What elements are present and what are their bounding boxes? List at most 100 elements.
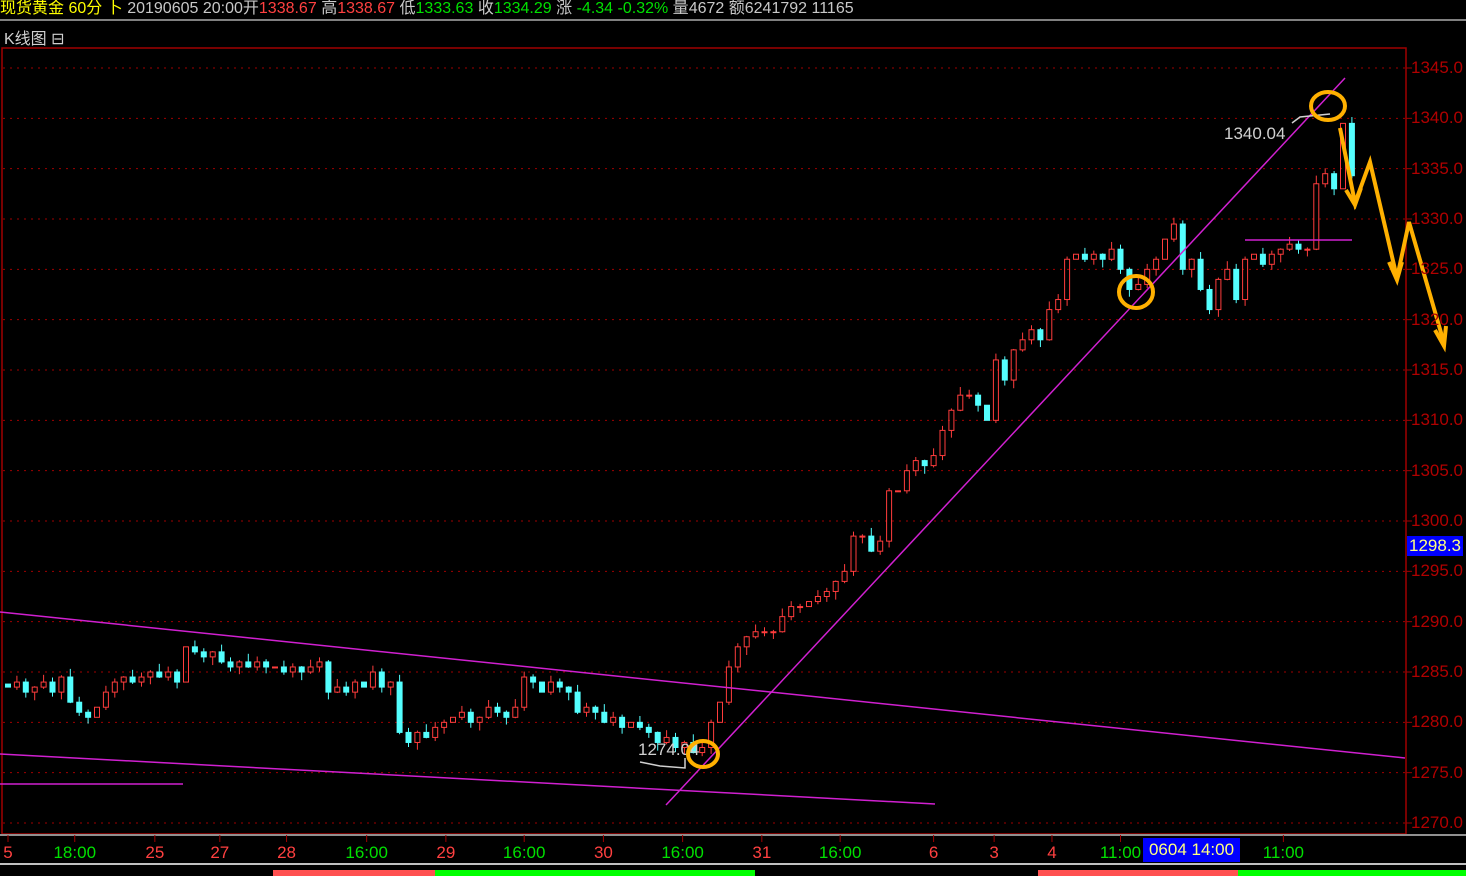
- support-trendline[interactable]: [665, 77, 1346, 806]
- candle[interactable]: [325, 660, 332, 700]
- candle[interactable]: [1286, 236, 1293, 252]
- candle[interactable]: [1215, 277, 1222, 317]
- candle[interactable]: [31, 686, 38, 701]
- candle[interactable]: [1277, 248, 1284, 263]
- candle[interactable]: [743, 635, 750, 655]
- candle[interactable]: [761, 627, 768, 637]
- candle[interactable]: [912, 456, 919, 477]
- candle[interactable]: [975, 392, 982, 412]
- candle[interactable]: [1108, 241, 1115, 262]
- candle[interactable]: [263, 659, 270, 674]
- candle[interactable]: [289, 663, 296, 678]
- candle[interactable]: [369, 665, 376, 690]
- candle[interactable]: [334, 678, 341, 694]
- candle[interactable]: [1090, 250, 1097, 265]
- candle[interactable]: [1170, 217, 1177, 242]
- candle[interactable]: [343, 681, 350, 696]
- candle[interactable]: [1010, 348, 1017, 389]
- candle[interactable]: [49, 677, 56, 697]
- candle[interactable]: [494, 702, 501, 717]
- candle[interactable]: [1019, 332, 1026, 352]
- candle[interactable]: [948, 408, 955, 438]
- candle[interactable]: [40, 674, 47, 689]
- candle[interactable]: [779, 608, 786, 633]
- candle[interactable]: [521, 671, 528, 711]
- candlestick-chart[interactable]: 1274.04 1340.04: [0, 0, 1466, 876]
- candle[interactable]: [921, 459, 928, 474]
- candle[interactable]: [628, 721, 634, 728]
- candle[interactable]: [298, 666, 305, 681]
- candle[interactable]: [797, 603, 804, 613]
- candle[interactable]: [1073, 253, 1079, 260]
- candle[interactable]: [485, 699, 492, 720]
- candle[interactable]: [841, 564, 848, 584]
- candle[interactable]: [111, 678, 118, 698]
- candle[interactable]: [307, 659, 314, 674]
- candle[interactable]: [992, 353, 999, 424]
- candle[interactable]: [120, 676, 127, 691]
- candle[interactable]: [76, 696, 83, 716]
- candle[interactable]: [512, 699, 519, 719]
- candle[interactable]: [67, 668, 74, 704]
- candle[interactable]: [1153, 256, 1160, 276]
- candle[interactable]: [539, 681, 545, 693]
- candle[interactable]: [476, 716, 483, 731]
- candle[interactable]: [441, 719, 448, 734]
- candle[interactable]: [868, 527, 875, 553]
- candle[interactable]: [1028, 325, 1035, 345]
- candle[interactable]: [1117, 244, 1124, 274]
- candle[interactable]: [814, 590, 821, 605]
- candle[interactable]: [254, 656, 261, 671]
- candle[interactable]: [984, 404, 990, 421]
- candle[interactable]: [396, 674, 403, 735]
- candle[interactable]: [823, 587, 830, 602]
- candle[interactable]: [565, 686, 572, 701]
- candle[interactable]: [1081, 247, 1088, 262]
- candle[interactable]: [1188, 258, 1195, 278]
- candle[interactable]: [895, 490, 901, 493]
- candle[interactable]: [58, 675, 65, 700]
- candle[interactable]: [102, 685, 109, 710]
- candle[interactable]: [699, 742, 706, 757]
- candle[interactable]: [165, 666, 172, 681]
- candle[interactable]: [1331, 170, 1338, 196]
- candle[interactable]: [272, 666, 278, 669]
- candle[interactable]: [174, 669, 181, 689]
- candle[interactable]: [5, 683, 11, 688]
- candle[interactable]: [619, 714, 626, 734]
- candle[interactable]: [957, 387, 964, 412]
- candle[interactable]: [361, 681, 367, 688]
- candle[interactable]: [183, 646, 189, 683]
- candle[interactable]: [592, 705, 599, 720]
- candle[interactable]: [708, 719, 715, 754]
- candle[interactable]: [859, 534, 866, 544]
- lower-trendline[interactable]: [0, 753, 936, 805]
- candle[interactable]: [1242, 256, 1249, 306]
- candle[interactable]: [378, 668, 385, 693]
- candle[interactable]: [717, 701, 723, 723]
- candle[interactable]: [645, 723, 652, 738]
- candle[interactable]: [209, 650, 216, 666]
- candle[interactable]: [458, 705, 465, 721]
- candle[interactable]: [1197, 252, 1204, 292]
- candle[interactable]: [1206, 284, 1213, 315]
- candle[interactable]: [1037, 327, 1044, 348]
- candle[interactable]: [450, 716, 456, 723]
- candle[interactable]: [1304, 247, 1311, 257]
- candle[interactable]: [352, 679, 359, 699]
- candle[interactable]: [405, 727, 412, 747]
- candle[interactable]: [1055, 294, 1062, 314]
- candle[interactable]: [806, 601, 812, 608]
- candle[interactable]: [556, 678, 563, 693]
- candle[interactable]: [877, 535, 884, 555]
- candle[interactable]: [903, 464, 910, 494]
- candle[interactable]: [1251, 253, 1257, 260]
- candle[interactable]: [530, 674, 537, 689]
- candle[interactable]: [387, 681, 394, 696]
- candle[interactable]: [547, 675, 554, 695]
- candle[interactable]: [423, 724, 430, 739]
- candle[interactable]: [788, 601, 795, 621]
- candle[interactable]: [227, 657, 234, 672]
- candle[interactable]: [1259, 247, 1266, 268]
- candle[interactable]: [930, 448, 937, 468]
